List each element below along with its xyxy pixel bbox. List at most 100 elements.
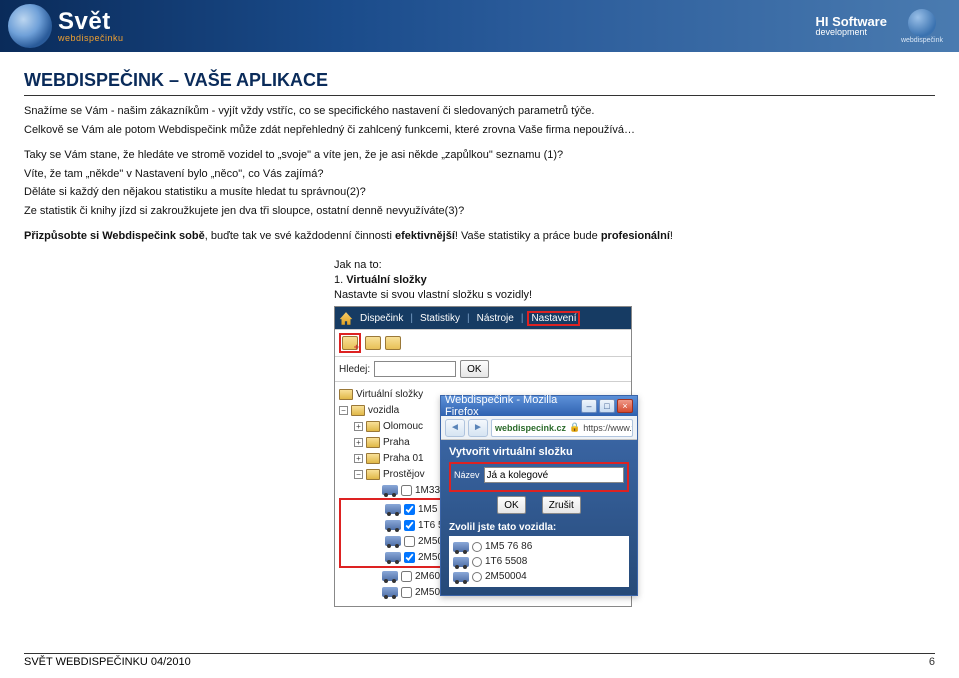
vehicle-checkbox[interactable] [404, 504, 415, 515]
vehicle-checkbox[interactable] [404, 552, 415, 563]
collapse-icon[interactable]: − [354, 470, 363, 479]
car-icon [382, 587, 398, 597]
vehicle-radio[interactable] [472, 542, 482, 552]
car-icon [385, 552, 401, 562]
folder-icon [366, 437, 380, 448]
howto-item-title: Virtuální složky [346, 274, 427, 286]
list-item[interactable]: 1T6 5508 [453, 554, 625, 569]
tree-label: Praha 01 [383, 453, 424, 464]
car-icon [382, 571, 398, 581]
tree-label: Prostějov [383, 469, 425, 480]
folder-icon [366, 469, 380, 480]
folder-toolbar-icon[interactable] [365, 336, 381, 350]
vehicle-checkbox[interactable] [401, 587, 412, 598]
expand-icon[interactable]: + [354, 438, 363, 447]
divider [24, 95, 935, 96]
field-label: Název [454, 470, 480, 480]
new-folder-highlight [339, 333, 361, 353]
toolbar [335, 329, 631, 356]
list-label: 1M5 76 86 [485, 541, 532, 552]
maximize-button[interactable]: □ [599, 399, 615, 413]
minimize-button[interactable]: – [581, 399, 597, 413]
list-item[interactable]: 1M5 76 86 [453, 539, 625, 554]
hi-software-logo: HI Software development [815, 15, 887, 37]
menu-nastaveni[interactable]: Nastavení [529, 313, 578, 324]
folder-icon [351, 405, 365, 416]
text: ! [670, 230, 673, 242]
text-bold: efektivnější [395, 230, 455, 242]
new-folder-icon[interactable] [342, 336, 358, 350]
banner-right: HI Software development webdispečink [815, 9, 943, 44]
vehicle-checkbox[interactable] [401, 485, 412, 496]
expand-icon[interactable]: + [354, 454, 363, 463]
cancel-button[interactable]: Zrušit [542, 496, 581, 514]
url-box[interactable]: webdispecink.cz 🔒 https://www.webdis [491, 419, 633, 437]
vehicle-checkbox[interactable] [404, 536, 415, 547]
car-icon [385, 520, 401, 530]
folder-toolbar-icon[interactable] [385, 336, 401, 350]
car-icon [385, 536, 401, 546]
search-ok-button[interactable]: OK [460, 360, 488, 378]
paragraph: Snažíme se Vám - našim zákazníkům - vyjí… [24, 104, 935, 119]
menu-nastaveni-highlighted: Nastavení [527, 311, 580, 326]
button-row: OK Zrušit [449, 496, 629, 514]
popup-window: Webdispečink - Mozilla Firefox – □ × ◄ ►… [440, 395, 638, 596]
collapse-icon[interactable]: − [339, 406, 348, 415]
howto-title: Jak na to: [334, 258, 935, 273]
text: ! Vaše statistiky a práce bude [455, 230, 601, 242]
url-text: https://www.webdis [583, 423, 633, 433]
folder-icon [366, 421, 380, 432]
folder-name-input[interactable] [484, 467, 624, 483]
car-icon [453, 542, 469, 552]
paragraph-bold: Přizpůsobte si Webdispečink sobě, buďte … [24, 229, 935, 244]
vehicle-checkbox[interactable] [401, 571, 412, 582]
selected-list: 1M5 76 86 1T6 5508 2M50004 [449, 536, 629, 587]
car-icon [385, 504, 401, 514]
menu-statistiky[interactable]: Statistiky [417, 313, 463, 324]
popup-titlebar[interactable]: Webdispečink - Mozilla Firefox – □ × [441, 396, 637, 416]
globe-icon [8, 4, 52, 48]
home-icon[interactable] [339, 311, 353, 325]
text-bold: Přizpůsobte si Webdispečink sobě [24, 230, 205, 242]
howto-num: 1. [334, 274, 343, 286]
popup-title-text: Webdispečink - Mozilla Firefox [445, 394, 581, 418]
back-button[interactable]: ◄ [445, 419, 465, 437]
car-icon [453, 557, 469, 567]
vehicle-checkbox[interactable] [404, 520, 415, 531]
expand-icon[interactable]: + [354, 422, 363, 431]
paragraph: Ze statistik či knihy jízd si zakroužkuj… [24, 204, 935, 219]
ok-button[interactable]: OK [497, 496, 525, 514]
webdispecink-badge: webdispečink [901, 9, 943, 44]
app-menubar: Dispečink | Statistiky | Nástroje | Nast… [335, 307, 631, 329]
folder-icon [366, 453, 380, 464]
search-label: Hledej: [339, 364, 370, 375]
close-button[interactable]: × [617, 399, 633, 413]
search-row: Hledej: OK [335, 356, 631, 381]
brand-line2: development [815, 28, 887, 37]
paragraph: Děláte si každý den nějakou statistiku a… [24, 185, 935, 200]
page-number: 6 [929, 656, 935, 668]
folder-icon [339, 389, 353, 400]
menu-dispecink[interactable]: Dispečink [357, 313, 406, 324]
forward-button[interactable]: ► [468, 419, 488, 437]
section-title: WEBDISPEČINK – VAŠE APLIKACE [24, 70, 935, 91]
search-input[interactable] [374, 361, 456, 377]
site-domain: webdispecink.cz [495, 423, 566, 433]
footer-text: SVĚT WEBDISPEČINKU 04/2010 [24, 656, 191, 668]
car-icon [382, 485, 398, 495]
divider [24, 653, 935, 654]
howto-desc: Nastavte si svou vlastní složku s vozidl… [334, 288, 935, 303]
vehicle-radio[interactable] [472, 572, 482, 582]
howto-item: 1. Virtuální složky [334, 273, 935, 288]
list-title: Zvolil jste tato vozidla: [449, 522, 629, 533]
badge-label: webdispečink [901, 37, 943, 44]
list-label: 1T6 5508 [485, 556, 527, 567]
car-icon [453, 572, 469, 582]
popup-body: Vytvořit virtuální složku Název OK Zruši… [441, 440, 637, 595]
footer: SVĚT WEBDISPEČINKU 04/2010 6 [24, 653, 935, 668]
menu-nastroje[interactable]: Nástroje [474, 313, 517, 324]
tree-label: Praha [383, 437, 410, 448]
vehicle-radio[interactable] [472, 557, 482, 567]
header-banner: Svět webdispečinku HI Software developme… [0, 0, 959, 52]
list-item[interactable]: 2M50004 [453, 569, 625, 584]
